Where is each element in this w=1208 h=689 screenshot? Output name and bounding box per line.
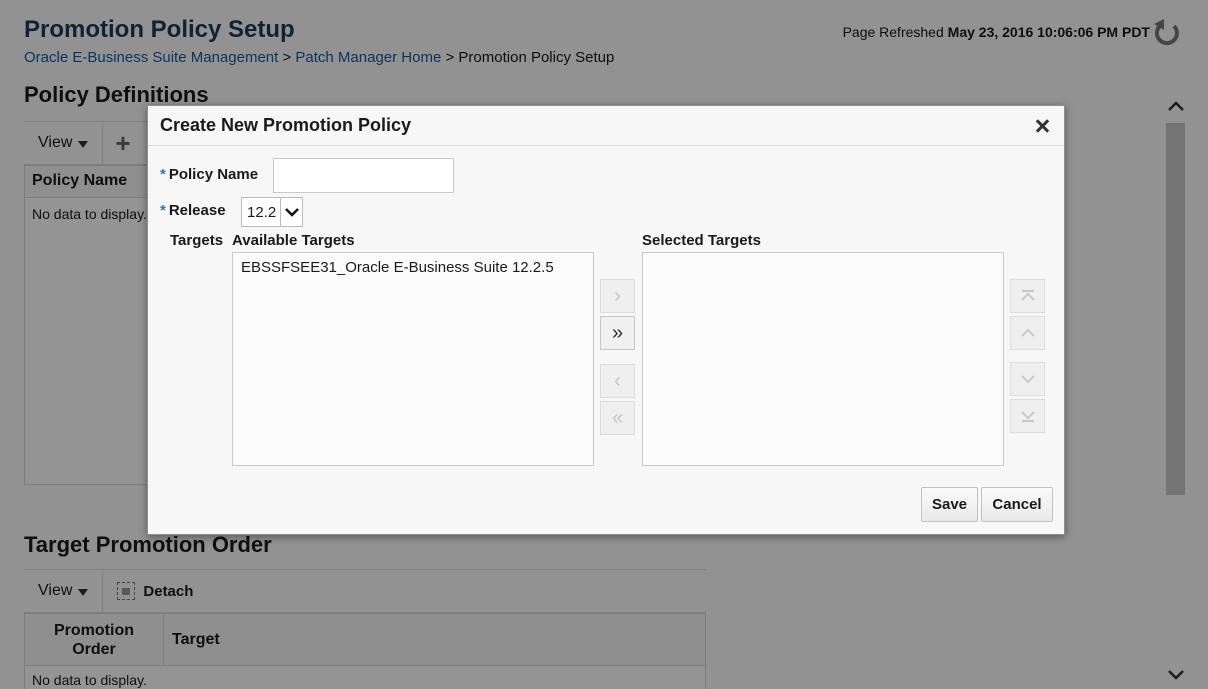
selected-targets-list[interactable] xyxy=(642,252,1004,466)
move-up-button[interactable] xyxy=(1010,316,1045,350)
remove-button[interactable]: ‹ xyxy=(600,364,635,398)
required-indicator: * xyxy=(160,166,166,183)
chevron-down-icon xyxy=(1020,375,1035,384)
available-targets-label: Available Targets xyxy=(232,232,355,249)
targets-label: Targets xyxy=(170,232,224,249)
move-to-bottom-icon xyxy=(1020,411,1035,422)
save-button[interactable]: Save xyxy=(921,487,978,522)
selected-targets-label: Selected Targets xyxy=(642,232,761,249)
create-promotion-policy-dialog: Create New Promotion Policy * Policy Name… xyxy=(147,105,1065,535)
dialog-title: Create New Promotion Policy xyxy=(160,115,412,135)
policy-name-input[interactable] xyxy=(273,158,454,193)
close-icon[interactable] xyxy=(1032,116,1052,136)
available-targets-list[interactable]: EBSSFSEE31_Oracle E-Business Suite 12.2.… xyxy=(232,252,594,466)
release-label: * Release xyxy=(160,202,226,219)
policy-name-label: * Policy Name xyxy=(160,166,258,183)
cancel-button[interactable]: Cancel xyxy=(981,487,1053,522)
policy-name-label-text: Policy Name xyxy=(168,166,259,183)
chevron-up-icon xyxy=(1020,328,1035,337)
move-to-top-icon xyxy=(1020,290,1035,301)
list-item[interactable]: EBSSFSEE31_Oracle E-Business Suite 12.2.… xyxy=(233,253,593,282)
release-select[interactable]: 12.2 xyxy=(241,197,303,227)
chevron-down-icon xyxy=(280,198,302,226)
move-button[interactable]: › xyxy=(600,279,635,313)
move-down-button[interactable] xyxy=(1010,362,1045,396)
required-indicator: * xyxy=(160,202,166,219)
remove-all-button[interactable]: « xyxy=(600,401,635,435)
dialog-header: Create New Promotion Policy xyxy=(148,106,1064,146)
move-to-top-button[interactable] xyxy=(1010,279,1045,313)
move-to-bottom-button[interactable] xyxy=(1010,399,1045,433)
move-all-button[interactable]: » xyxy=(600,316,635,350)
release-select-value: 12.2 xyxy=(247,203,277,221)
release-label-text: Release xyxy=(168,202,226,219)
